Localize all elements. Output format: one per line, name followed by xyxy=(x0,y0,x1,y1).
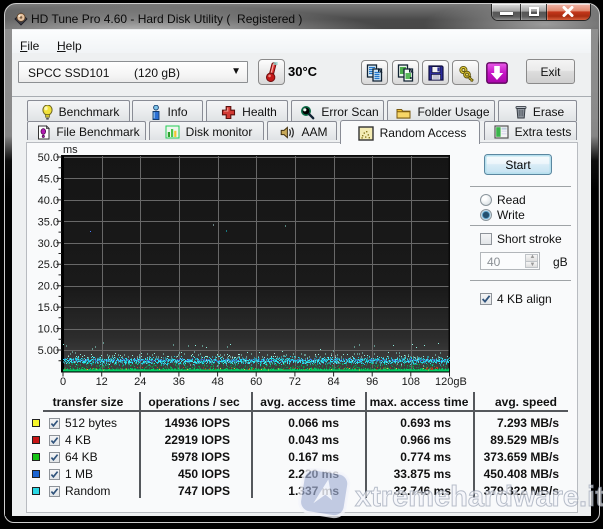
svg-text:50.0: 50.0 xyxy=(38,152,59,164)
svg-text:120gB: 120gB xyxy=(435,376,467,388)
svg-text:45.0: 45.0 xyxy=(38,173,59,185)
svg-text:60: 60 xyxy=(250,376,262,388)
svg-text:84: 84 xyxy=(327,376,339,388)
svg-text:15.0: 15.0 xyxy=(38,302,59,314)
svg-text:20.0: 20.0 xyxy=(38,281,59,293)
svg-text:ms: ms xyxy=(63,144,78,156)
svg-text:24: 24 xyxy=(134,376,146,388)
svg-text:108: 108 xyxy=(402,376,420,388)
svg-text:30.0: 30.0 xyxy=(38,238,59,250)
svg-text:72: 72 xyxy=(289,376,301,388)
svg-text:25.0: 25.0 xyxy=(38,259,59,271)
svg-text:48: 48 xyxy=(211,376,223,388)
svg-text:35.0: 35.0 xyxy=(38,216,59,228)
svg-text:40.0: 40.0 xyxy=(38,195,59,207)
svg-text:10.0: 10.0 xyxy=(38,324,59,336)
svg-text:36: 36 xyxy=(173,376,185,388)
svg-text:12: 12 xyxy=(96,376,108,388)
svg-text:5.00: 5.00 xyxy=(38,345,59,357)
svg-text:0: 0 xyxy=(60,376,66,388)
svg-text:96: 96 xyxy=(366,376,378,388)
